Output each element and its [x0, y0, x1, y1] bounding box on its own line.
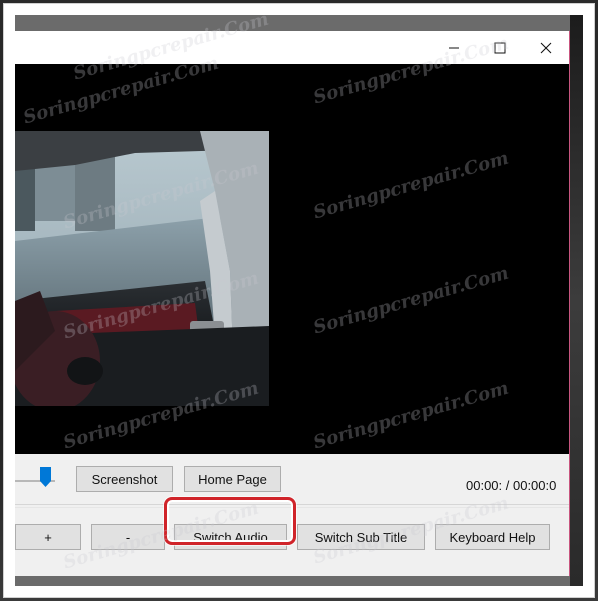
switch-audio-button[interactable]: Switch Audio — [174, 524, 287, 550]
close-icon — [540, 42, 552, 53]
maximize-icon — [494, 42, 506, 53]
volume-slider-thumb[interactable] — [40, 467, 51, 487]
home-page-button[interactable]: Home Page — [184, 466, 281, 492]
title-bar — [15, 31, 569, 64]
maximize-button[interactable] — [477, 31, 523, 64]
background-window-strip — [570, 15, 583, 586]
volume-down-button[interactable]: - — [91, 524, 165, 550]
volume-up-button[interactable]: + — [15, 524, 81, 550]
switch-subtitle-button[interactable]: Switch Sub Title — [297, 524, 425, 550]
player-window: Screenshot Home Page 00:00: / 00:00:0 + … — [15, 31, 570, 576]
video-frame — [15, 131, 269, 406]
minimize-button[interactable] — [431, 31, 477, 64]
control-panel: Screenshot Home Page 00:00: / 00:00:0 + … — [15, 454, 569, 576]
video-scene-image — [15, 131, 269, 406]
screenshot-button[interactable]: Screenshot — [76, 466, 173, 492]
seek-bar[interactable] — [15, 504, 569, 505]
close-button[interactable] — [523, 31, 569, 64]
video-display[interactable] — [15, 64, 569, 454]
separator — [15, 507, 569, 508]
screen: Screenshot Home Page 00:00: / 00:00:0 + … — [15, 15, 583, 586]
minimize-icon — [449, 47, 459, 48]
keyboard-help-button[interactable]: Keyboard Help — [435, 524, 550, 550]
time-display: 00:00: / 00:00:0 — [466, 478, 557, 493]
